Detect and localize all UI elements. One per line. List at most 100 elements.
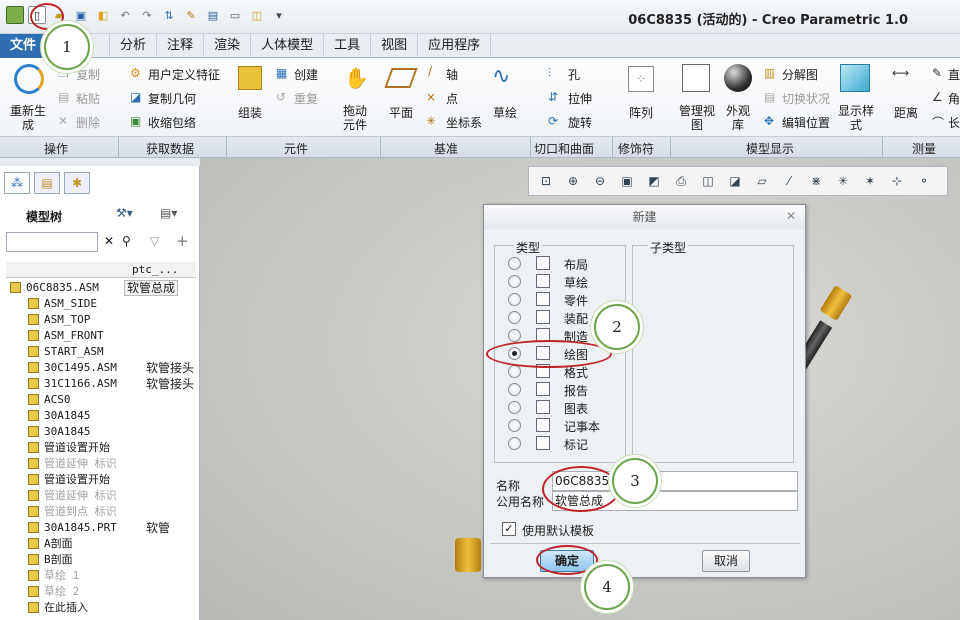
filter-icon[interactable]: ▽ (150, 234, 159, 248)
dialog-close-icon[interactable]: ✕ (786, 209, 796, 223)
tab-tools[interactable]: 工具 (324, 34, 372, 58)
find-icon[interactable]: ⚲ (122, 234, 131, 248)
tree-row[interactable]: 31C1166.ASM 软管接头 (0, 376, 196, 392)
distance-button[interactable]: 距离 (894, 104, 918, 121)
tab-applications[interactable]: 应用程序 (418, 34, 492, 58)
zoom-out-icon[interactable]: ⊖ (589, 170, 611, 192)
type-option-label[interactable]: 零件 (564, 292, 588, 309)
type-radio[interactable] (508, 419, 521, 432)
sketch-button[interactable]: 草绘 (493, 104, 517, 121)
type-radio[interactable] (508, 275, 521, 288)
tab-analysis[interactable]: 分析 (110, 34, 158, 58)
point-display-icon[interactable]: ⋇ (805, 170, 827, 192)
type-option-label[interactable]: 报告 (564, 382, 588, 399)
tree-row[interactable]: 草绘 2 (0, 584, 196, 600)
tree-row[interactable]: 30C1495.ASM 软管接头 (0, 360, 196, 376)
clear-search-icon[interactable]: ✕ (104, 234, 114, 248)
repaint-icon[interactable]: ▣ (616, 170, 638, 192)
udf-button[interactable]: 用户定义特征 (148, 66, 220, 83)
use-template-checkbox[interactable]: ✓ (502, 522, 516, 536)
tree-row[interactable]: ASM_FRONT (0, 328, 196, 344)
type-radio[interactable] (508, 329, 521, 342)
csys-display-icon[interactable]: ✳ (832, 170, 854, 192)
revolve-button[interactable]: 旋转 (568, 114, 592, 131)
windows-switch-icon[interactable]: ▭ (226, 6, 244, 24)
saved-orientations-icon[interactable]: ⎙ (670, 170, 692, 192)
zoom-in-icon[interactable]: ⊕ (562, 170, 584, 192)
close-window-icon[interactable]: ◫ (248, 6, 266, 24)
tree-row[interactable]: ACS0 (0, 392, 196, 408)
tree-search-input[interactable] (6, 232, 98, 252)
window-icon[interactable]: ▤ (204, 6, 222, 24)
angle-measure-button[interactable]: 角 (948, 90, 960, 107)
plane-button[interactable]: 平面 (389, 104, 413, 121)
type-radio[interactable] (508, 401, 521, 414)
tree-row[interactable]: 管道延伸 标识 (0, 488, 196, 504)
csys-button[interactable]: 坐标系 (446, 114, 482, 131)
plane-display-icon[interactable]: ▱ (751, 170, 773, 192)
length-measure-button[interactable]: 长 (948, 114, 960, 131)
tree-filter-menu-icon[interactable]: ▤▾ (160, 206, 177, 220)
type-option-label[interactable]: 图表 (564, 400, 588, 417)
tab-annotate[interactable]: 注释 (157, 34, 205, 58)
customize-qat-icon[interactable]: ▾ (270, 6, 288, 24)
manage-views-button[interactable]: 管理视图 (676, 104, 718, 132)
tree-row[interactable]: 管道设置开始 (0, 440, 196, 456)
tree-row[interactable]: B剖面 (0, 552, 196, 568)
pattern-button[interactable]: 阵列 (629, 104, 653, 121)
type-radio[interactable] (508, 383, 521, 396)
drag-component-button[interactable]: 拖动元件 (340, 104, 370, 132)
undo-icon[interactable]: ↶ (116, 6, 134, 24)
view-manager-icon[interactable]: ◫ (697, 170, 719, 192)
regen-icon[interactable]: ⇅ (160, 6, 178, 24)
tree-row[interactable]: 30A1845.PRT 软管 (0, 520, 196, 536)
copy-geometry-button[interactable]: 复制几何 (148, 90, 196, 107)
display-style-button[interactable]: 显示样式 (838, 104, 874, 132)
tree-row[interactable]: 在此插入 (0, 600, 196, 616)
type-option-label[interactable]: 记事本 (564, 418, 600, 435)
group-datum[interactable]: 基准 (434, 140, 458, 157)
extra-display-icon[interactable]: ⚬ (913, 170, 935, 192)
hole-button[interactable]: 孔 (568, 66, 580, 83)
tree-column-header[interactable]: ptc_... (132, 263, 178, 276)
delete-button[interactable]: 删除 (76, 114, 100, 131)
type-radio[interactable] (508, 311, 521, 324)
type-radio[interactable] (508, 437, 521, 450)
group-measure[interactable]: 测量 (912, 140, 936, 157)
assemble-button[interactable]: 组装 (238, 104, 262, 121)
add-column-icon[interactable]: + (176, 232, 189, 250)
create-button[interactable]: 创建 (294, 66, 318, 83)
display-style-toolbar-icon[interactable]: ◩ (643, 170, 665, 192)
axis-display-icon[interactable]: ⁄ (778, 170, 800, 192)
annotation-display-icon[interactable]: ⊹ (886, 170, 908, 192)
shrinkwrap-button[interactable]: 收缩包络 (148, 114, 196, 131)
tab-view[interactable]: 视图 (371, 34, 419, 58)
tree-row[interactable]: A剖面 (0, 536, 196, 552)
tab-manikin[interactable]: 人体模型 (251, 34, 325, 58)
group-modifiers[interactable]: 修饰符 (618, 140, 654, 157)
tab-file[interactable]: 文件 (0, 34, 48, 58)
tree-row[interactable]: 30A1845 (0, 408, 196, 424)
type-option-label[interactable]: 装配 (564, 310, 588, 327)
tree-row[interactable]: 管道延伸 标识 (0, 456, 196, 472)
save-as-icon[interactable]: ◧ (94, 6, 112, 24)
type-option-label[interactable]: 标记 (564, 436, 588, 453)
type-option-label[interactable]: 草绘 (564, 274, 588, 291)
tab-render[interactable]: 渲染 (204, 34, 252, 58)
copy-button[interactable]: 复制 (76, 66, 100, 83)
tree-settings-icon[interactable]: ⚒▾ (116, 206, 133, 220)
perspective-icon[interactable]: ◪ (724, 170, 746, 192)
tree-row[interactable]: ASM_TOP (0, 312, 196, 328)
group-get-data[interactable]: 获取数据 (146, 140, 194, 157)
type-option-label[interactable]: 布局 (564, 256, 588, 273)
repeat-button[interactable]: 重复 (294, 90, 318, 107)
type-radio[interactable] (508, 293, 521, 306)
tree-root[interactable]: 06C8835.ASM 软管总成 (0, 280, 196, 296)
tree-row[interactable]: 管道设置开始 (0, 472, 196, 488)
tree-row[interactable]: 30A1845 (0, 424, 196, 440)
edit-position-button[interactable]: 编辑位置 (782, 114, 830, 131)
tree-row[interactable]: 草绘 1 (0, 568, 196, 584)
redo-icon[interactable]: ↷ (138, 6, 156, 24)
paste-button[interactable]: 粘贴 (76, 90, 100, 107)
tree-row[interactable]: START_ASM (0, 344, 196, 360)
